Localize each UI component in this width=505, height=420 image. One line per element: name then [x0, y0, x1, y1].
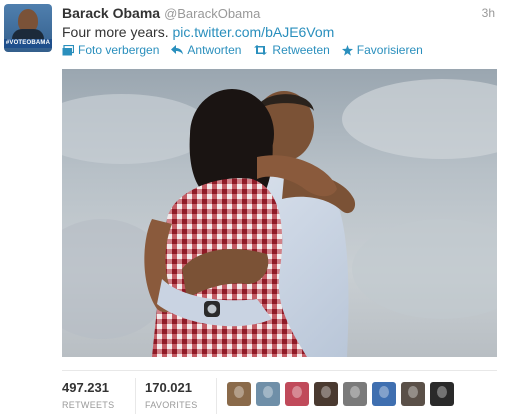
avatar-tag: #VOTEOBAMA [4, 39, 52, 48]
tweet-header: Barack Obama @BarackObama [62, 5, 260, 22]
stats-separator [216, 378, 217, 414]
favorite-label: Favorisieren [356, 43, 423, 57]
reply-icon [171, 45, 184, 55]
favoriter-avatar-4[interactable] [314, 382, 338, 406]
favoriter-avatar-7[interactable] [401, 382, 425, 406]
retweets-count: 497.231 [62, 380, 109, 395]
stats-separator [135, 378, 136, 414]
tweet-actions: Foto verbergen Antworten Retweeten Favor… [62, 43, 423, 57]
user-full-name[interactable]: Barack Obama [62, 5, 160, 21]
embrace-photo-illustration [62, 79, 497, 357]
tweet-text: Four more years. pic.twitter.com/bAJE6Vo… [62, 24, 334, 40]
tweet-media-link[interactable]: pic.twitter.com/bAJE6Vom [172, 24, 334, 40]
user-handle[interactable]: @BarackObama [164, 6, 260, 21]
favorites-stat[interactable]: 170.021 FAVORITES [145, 380, 198, 410]
retweets-stat[interactable]: 497.231 RETWEETS [62, 380, 114, 410]
reply-action[interactable]: Antworten [171, 43, 241, 57]
hide-photo-action[interactable]: Foto verbergen [62, 43, 159, 57]
photo-icon [62, 44, 74, 55]
favoriters-list [227, 382, 454, 406]
favoriter-avatar-3[interactable] [285, 382, 309, 406]
stats-divider [62, 370, 497, 371]
tweet-photo[interactable] [62, 69, 497, 357]
favorites-label: FAVORITES [145, 400, 198, 410]
retweet-action[interactable]: Retweeten [253, 43, 330, 57]
retweets-label: RETWEETS [62, 400, 115, 410]
favoriter-avatar-8[interactable] [430, 382, 454, 406]
hide-photo-label: Foto verbergen [78, 43, 160, 57]
reply-label: Antworten [187, 43, 242, 57]
retweet-label: Retweeten [272, 43, 330, 57]
tweet-timestamp[interactable]: 3h [482, 6, 495, 20]
favoriter-avatar-6[interactable] [372, 382, 396, 406]
retweet-icon [254, 45, 268, 55]
favoriter-avatar-2[interactable] [256, 382, 280, 406]
favorites-count: 170.021 [145, 380, 192, 395]
favoriter-avatar-5[interactable] [343, 382, 367, 406]
tweet-card: #VOTEOBAMA Barack Obama @BarackObama 3h F… [0, 0, 505, 420]
tweet-body: Four more years. [62, 24, 169, 40]
profile-avatar[interactable]: #VOTEOBAMA [4, 4, 52, 52]
favoriter-avatar-1[interactable] [227, 382, 251, 406]
favorite-action[interactable]: Favorisieren [341, 43, 423, 57]
star-icon [341, 44, 353, 56]
